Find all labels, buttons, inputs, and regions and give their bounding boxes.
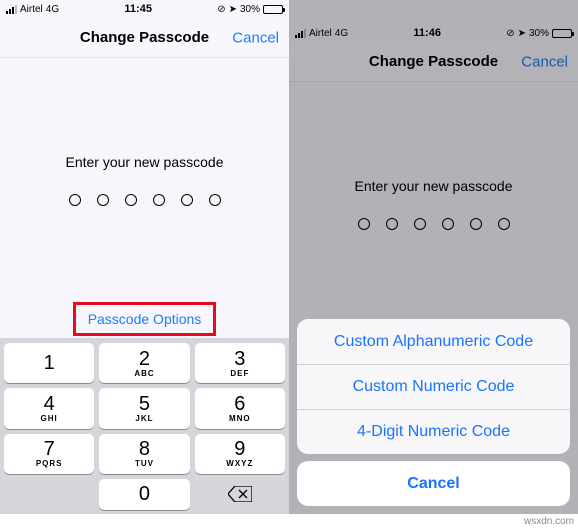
- option-custom-numeric[interactable]: Custom Numeric Code: [297, 364, 570, 409]
- signal-icon: [6, 5, 17, 14]
- key-1[interactable]: 1: [4, 343, 94, 383]
- key-5[interactable]: 5JKL: [99, 388, 189, 428]
- nav-bar: Change Passcode Cancel: [0, 18, 289, 58]
- battery-icon: [263, 5, 283, 14]
- cancel-button[interactable]: Cancel: [232, 29, 279, 46]
- key-3[interactable]: 3DEF: [195, 343, 285, 383]
- page-title: Change Passcode: [80, 29, 209, 46]
- clock: 11:45: [124, 3, 152, 15]
- phone-left: Airtel 4G 11:45 ⊘ ➤ 30% Change Passcode …: [0, 0, 289, 514]
- passcode-dot: [153, 194, 165, 206]
- key-4[interactable]: 4GHI: [4, 388, 94, 428]
- key-0[interactable]: 0: [99, 479, 189, 510]
- option-4-digit[interactable]: 4-Digit Numeric Code: [297, 409, 570, 454]
- action-sheet: Custom Alphanumeric Code Custom Numeric …: [297, 319, 570, 506]
- passcode-dot: [69, 194, 81, 206]
- key-7[interactable]: 7PQRS: [4, 434, 94, 474]
- passcode-dots: [0, 194, 289, 206]
- prompt-label: Enter your new passcode: [0, 154, 289, 170]
- numeric-keypad: 1 2ABC 3DEF 4GHI 5JKL 6MNO 7PQRS 8TUV 9W…: [0, 338, 289, 514]
- phone-right: Airtel 4G 11:46 ⊘ ➤ 30% Change Passcode …: [289, 0, 578, 514]
- passcode-dot: [181, 194, 193, 206]
- key-blank: [4, 479, 94, 510]
- key-6[interactable]: 6MNO: [195, 388, 285, 428]
- carrier-label: Airtel: [20, 4, 43, 15]
- battery-pct: 30%: [240, 4, 260, 15]
- option-custom-alphanumeric[interactable]: Custom Alphanumeric Code: [297, 319, 570, 364]
- action-sheet-cancel[interactable]: Cancel: [297, 461, 570, 506]
- passcode-options-button[interactable]: Passcode Options: [73, 302, 217, 336]
- key-8[interactable]: 8TUV: [99, 434, 189, 474]
- key-2[interactable]: 2ABC: [99, 343, 189, 383]
- action-sheet-options: Custom Alphanumeric Code Custom Numeric …: [297, 319, 570, 454]
- network-label: 4G: [46, 4, 59, 15]
- key-9[interactable]: 9WXYZ: [195, 434, 285, 474]
- passcode-dot: [125, 194, 137, 206]
- backspace-icon: [228, 486, 252, 502]
- backspace-key[interactable]: [195, 479, 285, 510]
- location-icon: ➤: [229, 4, 237, 15]
- content-area: Enter your new passcode: [0, 154, 289, 206]
- status-bar: Airtel 4G 11:45 ⊘ ➤ 30%: [0, 0, 289, 18]
- watermark: wsxdn.com: [522, 515, 576, 528]
- alarm-icon: ⊘: [217, 4, 225, 15]
- passcode-dot: [97, 194, 109, 206]
- passcode-dot: [209, 194, 221, 206]
